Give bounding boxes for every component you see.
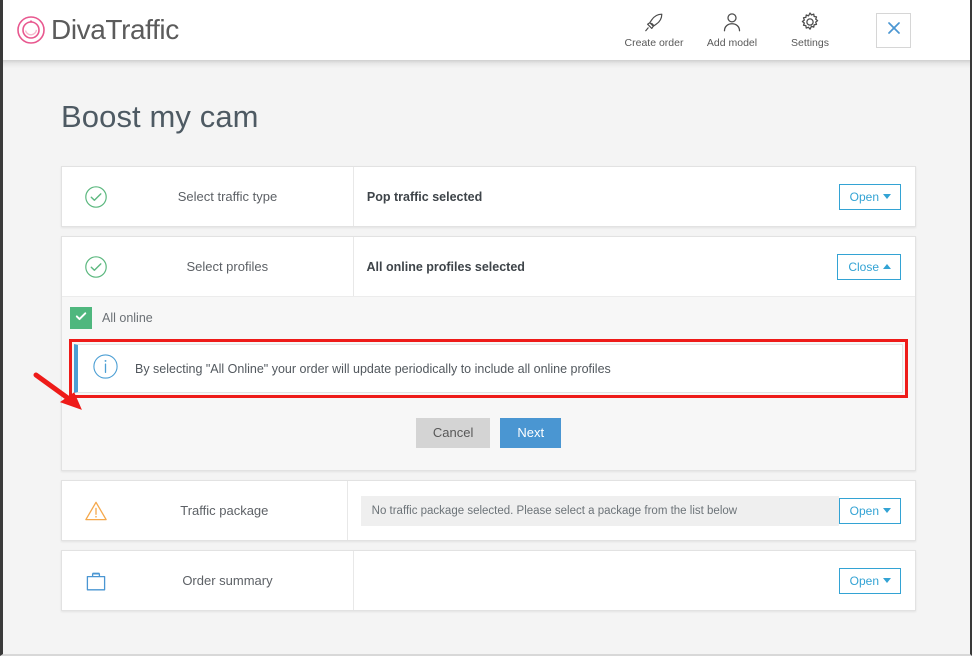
step-action: Open <box>838 567 915 594</box>
page-title: Boost my cam <box>61 99 259 134</box>
step-action: Open <box>838 497 915 524</box>
step-row[interactable]: Select traffic type Pop traffic selected… <box>62 167 915 226</box>
app-header: DivaTraffic Create order Add model Setti… <box>3 0 970 68</box>
open-button-order-summary[interactable]: Open <box>838 567 901 594</box>
step-action: Open <box>838 183 915 210</box>
header-actions: Create order Add model Settings <box>625 9 839 49</box>
create-order-action[interactable]: Create order <box>625 9 683 49</box>
step-card-select-profiles: Select profiles All online profiles sele… <box>61 236 916 472</box>
open-button-traffic-package[interactable]: Open <box>838 497 901 524</box>
gear-icon <box>799 9 821 34</box>
create-order-label: Create order <box>624 37 684 49</box>
toggle-label: Open <box>849 573 879 588</box>
rocket-icon <box>643 9 665 34</box>
step-label: Select profiles <box>186 259 269 274</box>
add-model-action[interactable]: Add model <box>703 9 761 49</box>
divatraffic-target-logo-icon <box>16 15 46 45</box>
close-button-select-profiles[interactable]: Close <box>837 253 901 280</box>
chevron-up-icon <box>883 264 891 269</box>
person-icon <box>721 9 743 34</box>
next-button[interactable]: Next <box>500 418 562 449</box>
info-circle-icon <box>92 353 119 385</box>
select-profiles-panel: All online By selecting "All Online" you… <box>62 296 915 471</box>
brand[interactable]: DivaTraffic <box>16 14 179 46</box>
step-status: All online profiles selected <box>366 259 525 274</box>
step-card-order-summary: Order summary Open <box>61 550 916 612</box>
all-online-checkbox-row[interactable]: All online <box>62 297 915 339</box>
step-label: Order summary <box>182 573 273 589</box>
settings-action[interactable]: Settings <box>781 9 839 49</box>
step-status: No traffic package selected. Please sele… <box>348 495 839 526</box>
briefcase-icon <box>62 569 130 593</box>
cancel-button[interactable]: Cancel <box>415 418 491 449</box>
toggle-label: Close <box>848 259 879 274</box>
all-online-info-box: By selecting "All Online" your order wil… <box>74 344 903 393</box>
close-x-icon <box>885 19 903 42</box>
step-row[interactable]: Traffic package No traffic package selec… <box>62 481 915 541</box>
add-model-label: Add model <box>706 37 758 49</box>
step-row[interactable]: Order summary Open <box>62 551 915 611</box>
all-online-checkbox[interactable] <box>70 307 92 329</box>
chevron-down-icon <box>883 508 891 514</box>
step-label: Traffic package <box>180 503 269 519</box>
step-card-traffic-package: Traffic package No traffic package selec… <box>61 480 916 542</box>
app-window: DivaTraffic Create order Add model Setti… <box>0 0 972 656</box>
step-status: Pop traffic selected <box>366 189 483 204</box>
all-online-info-text: By selecting "All Online" your order wil… <box>135 361 611 376</box>
page-body: Boost my cam Select traffic type Pop tra… <box>3 99 970 654</box>
step-card-select-traffic-type: Select traffic type Pop traffic selected… <box>61 166 916 227</box>
step-status-text: No traffic package selected. Please sele… <box>360 495 839 526</box>
step-row[interactable]: Select profiles All online profiles sele… <box>62 237 915 296</box>
check-circle-icon <box>62 185 130 209</box>
checkmark-icon <box>74 309 88 328</box>
chevron-down-icon <box>883 194 891 199</box>
check-circle-icon <box>62 255 130 279</box>
step-action: Close <box>837 253 915 280</box>
warning-triangle-icon <box>62 499 130 523</box>
toggle-label: Open <box>849 503 879 518</box>
all-online-label: All online <box>102 311 153 325</box>
steps-list: Select traffic type Pop traffic selected… <box>61 166 916 612</box>
panel-actions: Cancel Next <box>62 398 915 470</box>
all-online-info-wrap: By selecting "All Online" your order wil… <box>69 339 908 398</box>
close-window-button[interactable] <box>876 13 911 48</box>
brand-name: DivaTraffic <box>51 14 179 45</box>
chevron-down-icon <box>883 578 891 584</box>
settings-label: Settings <box>791 37 829 49</box>
divider <box>352 551 354 611</box>
open-button-select-traffic-type[interactable]: Open <box>838 183 901 210</box>
step-label: Select traffic type <box>177 189 278 204</box>
toggle-label: Open <box>849 189 879 204</box>
